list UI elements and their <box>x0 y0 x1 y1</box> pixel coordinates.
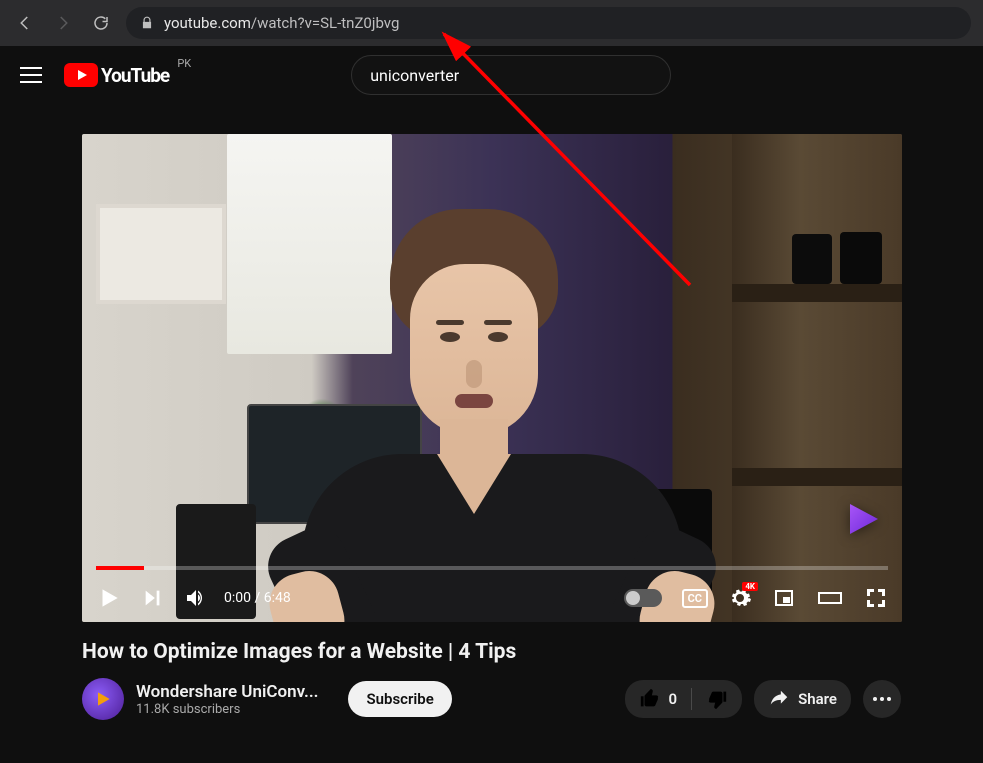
share-button[interactable]: Share <box>754 680 851 718</box>
forward-button[interactable] <box>50 10 76 36</box>
dislike-button[interactable] <box>692 688 742 710</box>
share-label: Share <box>798 690 837 708</box>
ellipsis-icon <box>880 697 884 701</box>
thumbs-up-icon <box>639 688 661 710</box>
video-meta-row: Wondershare UniConv... 11.8K subscribers… <box>82 678 901 720</box>
browser-toolbar: youtube.com/watch?v=SL-tnZ0jbvg <box>0 0 983 46</box>
player-controls: 0:00 / 6:48 CC 4K <box>82 574 902 622</box>
like-button[interactable]: 0 <box>625 688 692 710</box>
fullscreen-button[interactable] <box>864 586 888 610</box>
hamburger-menu[interactable] <box>20 62 42 88</box>
autoplay-toggle[interactable] <box>624 589 662 607</box>
settings-button[interactable]: 4K <box>728 586 752 610</box>
channel-avatar[interactable] <box>82 678 124 720</box>
youtube-play-icon <box>64 63 98 87</box>
theater-button[interactable] <box>816 586 844 610</box>
next-button[interactable] <box>142 587 164 609</box>
back-button[interactable] <box>12 10 38 36</box>
play-button[interactable] <box>96 585 122 611</box>
volume-button[interactable] <box>184 586 208 610</box>
address-bar[interactable]: youtube.com/watch?v=SL-tnZ0jbvg <box>126 7 971 39</box>
video-title: How to Optimize Images for a Website | 4… <box>82 640 901 664</box>
channel-watermark-icon[interactable] <box>842 498 884 540</box>
youtube-wordmark: YouTube <box>101 64 169 87</box>
channel-name[interactable]: Wondershare UniConv... <box>136 682 318 702</box>
lock-icon <box>140 16 154 30</box>
video-player[interactable]: 0:00 / 6:48 CC 4K <box>82 134 902 622</box>
country-code: PK <box>177 57 191 70</box>
share-icon <box>768 688 790 710</box>
miniplayer-button[interactable] <box>772 586 796 610</box>
subscriber-count: 11.8K subscribers <box>136 702 318 717</box>
search-query-text: uniconverter <box>370 66 459 85</box>
subscribe-button[interactable]: Subscribe <box>348 681 451 717</box>
progress-bar[interactable] <box>96 566 888 570</box>
like-count: 0 <box>669 690 678 708</box>
url-text: youtube.com/watch?v=SL-tnZ0jbvg <box>164 14 399 32</box>
more-actions-button[interactable] <box>863 680 901 718</box>
youtube-header: YouTube PK uniconverter <box>0 46 983 104</box>
search-input[interactable]: uniconverter <box>351 55 671 95</box>
captions-button[interactable]: CC <box>682 589 708 608</box>
like-dislike-group: 0 <box>625 680 743 718</box>
quality-badge: 4K <box>742 582 758 591</box>
youtube-logo[interactable]: YouTube PK <box>64 63 169 87</box>
reload-button[interactable] <box>88 10 114 36</box>
thumbs-down-icon <box>706 688 728 710</box>
video-frame <box>82 134 902 622</box>
time-display: 0:00 / 6:48 <box>224 590 291 606</box>
